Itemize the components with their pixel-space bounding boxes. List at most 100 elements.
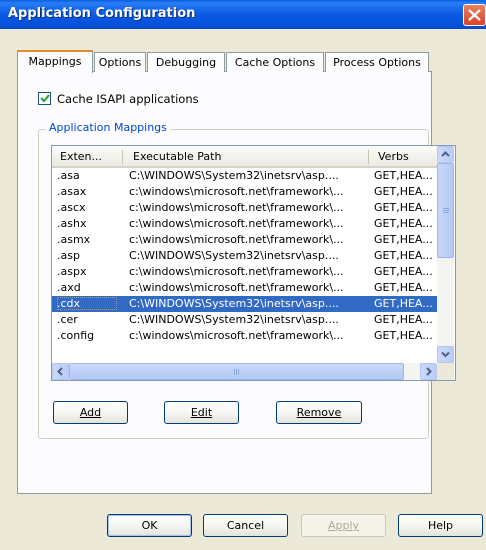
chevron-down-icon xyxy=(441,351,450,358)
table-row[interactable]: .asmx c:\windows\microsoft.net\framework\… xyxy=(52,232,437,248)
column-header-extension[interactable]: Exten... xyxy=(60,150,102,163)
cache-isapi-checkbox[interactable] xyxy=(38,92,51,105)
cell-verbs: GET,HEA... xyxy=(374,185,433,198)
tab-debugging[interactable]: Debugging xyxy=(147,52,225,72)
add-button[interactable]: Add xyxy=(53,401,128,424)
tab-label: Cache Options xyxy=(234,56,316,69)
tab-label: Mappings xyxy=(28,55,82,68)
scroll-up-button[interactable] xyxy=(437,146,454,163)
remove-button-label: Remove xyxy=(296,406,342,419)
help-button-label: Help xyxy=(427,519,454,532)
grip-line xyxy=(234,369,235,375)
close-button[interactable] xyxy=(463,4,486,26)
add-button-label: Add xyxy=(79,406,102,419)
vertical-scrollbar[interactable] xyxy=(437,146,454,363)
mappings-list[interactable]: Exten... Executable Path Verbs .asa C:\WI… xyxy=(51,145,456,381)
cell-verbs: GET,HEA... xyxy=(374,249,433,262)
cell-path: c:\windows\microsoft.net\framework\... xyxy=(129,201,344,214)
cell-verbs: GET,HEA... xyxy=(374,201,433,214)
table-row[interactable]: .asa C:\WINDOWS\System32\inetsrv\asp.... G… xyxy=(52,168,437,184)
cell-verbs: GET,HEA... xyxy=(374,217,433,230)
chevron-up-icon xyxy=(441,151,450,157)
grip-line xyxy=(236,369,237,375)
cell-extension: .asmx xyxy=(57,233,91,246)
table-row[interactable]: .axd c:\windows\microsoft.net\framework\.… xyxy=(52,280,437,296)
cell-extension: .aspx xyxy=(57,265,87,278)
cell-extension: .ashx xyxy=(57,217,87,230)
cell-verbs: GET,HEA... xyxy=(374,297,433,310)
cell-path: C:\WINDOWS\System32\inetsrv\asp.... xyxy=(129,249,339,262)
tab-label: Process Options xyxy=(333,56,421,69)
apply-button[interactable]: Apply xyxy=(301,514,386,537)
edit-button-label: Edit xyxy=(190,406,213,419)
horizontal-scrollbar[interactable] xyxy=(52,363,437,380)
cell-path: c:\windows\microsoft.net\framework\... xyxy=(129,329,344,342)
table-row[interactable]: .asp C:\WINDOWS\System32\inetsrv\asp.... G… xyxy=(52,248,437,264)
cell-extension: .cdx xyxy=(57,297,117,310)
cell-extension: .config xyxy=(57,329,95,342)
cell-extension: .asax xyxy=(57,185,87,198)
cell-verbs: GET,HEA... xyxy=(374,281,433,294)
table-row[interactable]: .asax c:\windows\microsoft.net\framework\… xyxy=(52,184,437,200)
tab-label: Options xyxy=(98,56,142,69)
cell-path: c:\windows\microsoft.net\framework\... xyxy=(129,233,344,246)
column-divider[interactable] xyxy=(122,150,123,164)
cancel-button[interactable]: Cancel xyxy=(203,514,288,537)
title-bar[interactable]: Application Configuration xyxy=(0,0,486,29)
cell-verbs: GET,HEA... xyxy=(374,265,433,278)
cell-path: c:\windows\microsoft.net\framework\... xyxy=(129,185,344,198)
dialog-window: Application Configuration Mappings Optio… xyxy=(0,0,486,550)
cell-extension: .asp xyxy=(57,249,80,262)
edit-button[interactable]: Edit xyxy=(164,401,239,424)
cell-extension: .ascx xyxy=(57,201,86,214)
help-button[interactable]: Help xyxy=(398,514,483,537)
scroll-right-button[interactable] xyxy=(420,363,437,380)
cell-verbs: GET,HEA... xyxy=(374,313,433,326)
apply-button-label: Apply xyxy=(327,519,360,532)
close-icon xyxy=(468,9,481,21)
ok-button[interactable]: OK xyxy=(107,514,192,537)
tab-cache-options[interactable]: Cache Options xyxy=(226,52,324,72)
column-divider[interactable] xyxy=(368,150,369,164)
scroll-left-button[interactable] xyxy=(52,363,69,380)
cell-path: c:\windows\microsoft.net\framework\... xyxy=(129,265,344,278)
table-row[interactable]: .config c:\windows\microsoft.net\framewor… xyxy=(52,328,437,344)
cell-verbs: GET,HEA... xyxy=(374,233,433,246)
ok-button-label: OK xyxy=(141,519,158,532)
cell-path: c:\windows\microsoft.net\framework\... xyxy=(129,217,344,230)
table-row[interactable]: .ascx c:\windows\microsoft.net\framework\… xyxy=(52,200,437,216)
vertical-scroll-thumb[interactable] xyxy=(437,163,454,258)
cell-extension: .axd xyxy=(57,281,81,294)
grip-line xyxy=(443,210,449,211)
column-header-verbs[interactable]: Verbs xyxy=(378,150,409,163)
cell-extension: .cer xyxy=(57,313,78,326)
cell-path: C:\WINDOWS\System32\inetsrv\asp.... xyxy=(129,297,339,310)
checkmark-icon xyxy=(40,94,50,103)
scroll-down-button[interactable] xyxy=(437,346,454,363)
grip-line xyxy=(443,208,449,209)
cell-path: C:\WINDOWS\System32\inetsrv\asp.... xyxy=(129,313,339,326)
chevron-right-icon xyxy=(426,367,432,376)
tab-process-options[interactable]: Process Options xyxy=(325,52,429,72)
list-header: Exten... Executable Path Verbs xyxy=(52,146,437,168)
cell-extension: .asa xyxy=(57,169,80,182)
tab-mappings[interactable]: Mappings xyxy=(17,50,93,73)
cell-path: C:\WINDOWS\System32\inetsrv\asp.... xyxy=(129,169,339,182)
table-row[interactable]: .ashx c:\windows\microsoft.net\framework\… xyxy=(52,216,437,232)
horizontal-scroll-thumb[interactable] xyxy=(69,363,404,380)
table-row-selected[interactable]: .cdx C:\WINDOWS\System32\inetsrv\asp.... G… xyxy=(52,296,437,312)
tab-options[interactable]: Options xyxy=(94,52,146,72)
cell-path: c:\windows\microsoft.net\framework\... xyxy=(129,281,344,294)
remove-button[interactable]: Remove xyxy=(276,401,362,424)
window-title: Application Configuration xyxy=(8,6,196,21)
application-mappings-label: Application Mappings xyxy=(46,121,170,134)
scrollbar-corner xyxy=(437,363,454,380)
cell-verbs: GET,HEA... xyxy=(374,169,433,182)
tab-label: Debugging xyxy=(155,56,217,69)
grip-line xyxy=(443,212,449,213)
grip-line xyxy=(238,369,239,375)
column-header-executable-path[interactable]: Executable Path xyxy=(133,150,221,163)
cache-isapi-label: Cache ISAPI applications xyxy=(57,92,199,106)
table-row[interactable]: .aspx c:\windows\microsoft.net\framework\… xyxy=(52,264,437,280)
table-row[interactable]: .cer C:\WINDOWS\System32\inetsrv\asp.... G… xyxy=(52,312,437,328)
